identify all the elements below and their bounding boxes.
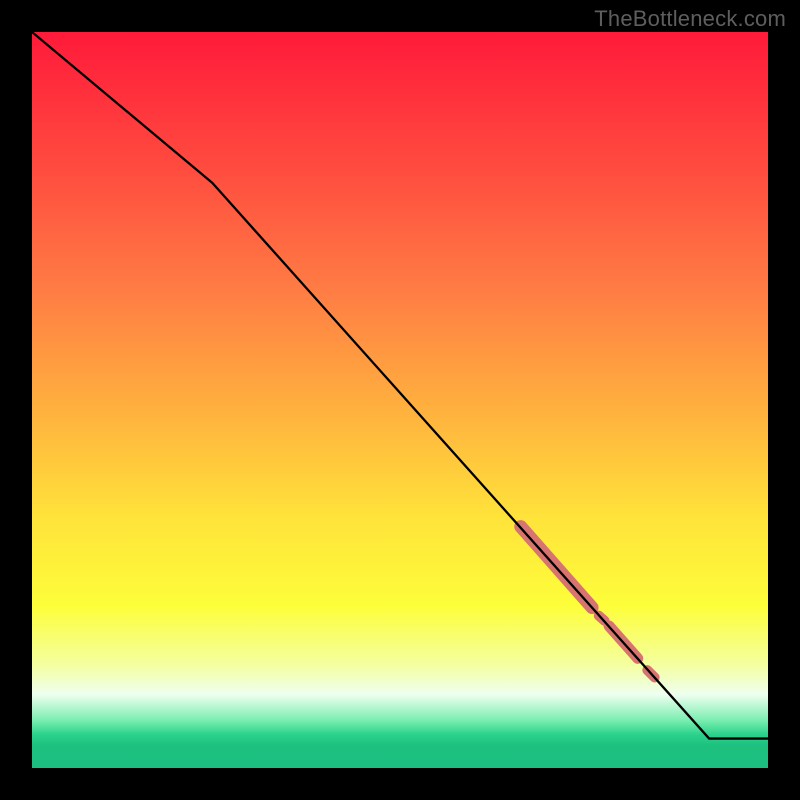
plot-area	[32, 32, 768, 768]
watermark-text: TheBottleneck.com	[594, 6, 786, 32]
chart-stage: TheBottleneck.com	[0, 0, 800, 800]
chart-canvas	[0, 0, 800, 800]
